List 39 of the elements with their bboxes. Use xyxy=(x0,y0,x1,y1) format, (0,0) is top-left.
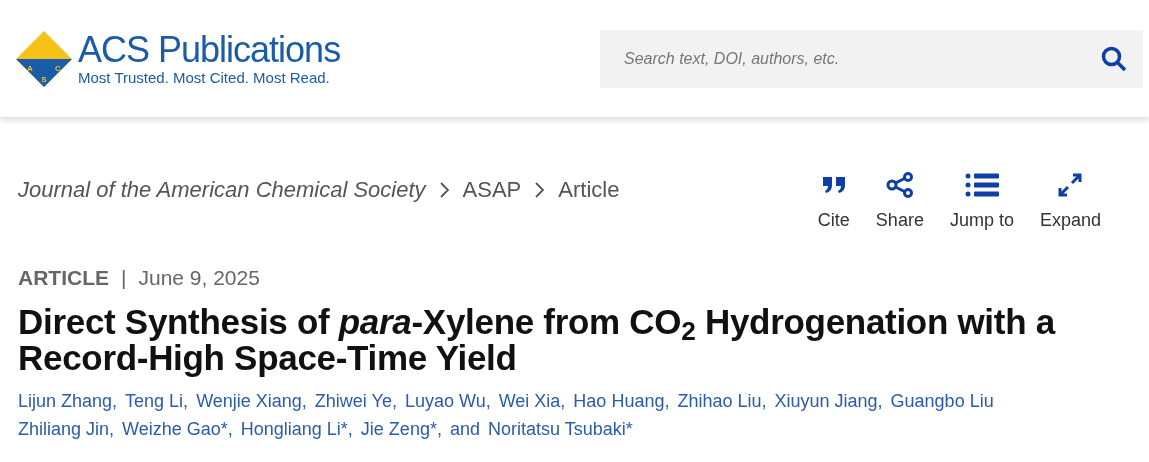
author-link[interactable]: Zhiliang Jin, xyxy=(18,415,115,442)
share-icon xyxy=(885,172,914,198)
separator: | xyxy=(121,265,127,291)
breadcrumb-link[interactable]: Journal of the American Chemical Society xyxy=(18,173,426,206)
author-link[interactable]: Noritatsu Tsubaki* xyxy=(487,415,633,442)
article-title: Direct Synthesis of para-Xylene from CO$_{2}$ Hydrogenation with a Record-High Space-Time Yield xyxy=(18,303,1057,376)
toolbar-button[interactable]: Share xyxy=(875,171,924,234)
author-link[interactable]: Zhiwei Ye, xyxy=(314,387,397,414)
expand-icon xyxy=(1057,172,1084,198)
quote-icon xyxy=(821,176,846,194)
breadcrumb-link[interactable]: Article xyxy=(558,173,620,206)
author-link[interactable]: Guangbo Liu xyxy=(890,387,994,414)
logo-title: ACS Publications xyxy=(78,32,341,68)
author-link[interactable]: Jie Zeng*, xyxy=(360,415,442,442)
toolbar-button[interactable]: Expand xyxy=(1039,171,1101,234)
search-icon[interactable] xyxy=(1101,45,1127,72)
chevron-icon xyxy=(439,181,449,198)
author-link[interactable]: Hongliang Li*, xyxy=(240,415,353,442)
author-link[interactable]: Zhihao Liu, xyxy=(677,387,767,414)
author-link[interactable]: Luyao Wu, xyxy=(404,387,491,414)
author-link[interactable]: Teng Li, xyxy=(125,387,189,414)
toolbar-button[interactable]: Jump to xyxy=(949,171,1014,234)
author-link[interactable]: Wei Xia, xyxy=(498,387,566,414)
article-type: ARTICLE xyxy=(18,265,109,291)
author-link[interactable]: Xiuyun Jiang, xyxy=(774,387,883,414)
author-link[interactable]: Weizhe Gao*, xyxy=(122,415,233,442)
author-link[interactable]: Wenjie Xiang, xyxy=(196,387,307,414)
logo-icon: A C S xyxy=(16,30,72,87)
search-field[interactable]: Search text, DOI, authors, etc. xyxy=(624,46,1101,71)
breadcrumb-link[interactable]: ASAP xyxy=(462,173,522,206)
author-conjunction: and xyxy=(449,417,480,441)
article-date: June 9, 2025 xyxy=(138,265,260,291)
logo-tagline: Most Trusted. Most Cited. Most Read. xyxy=(78,70,331,85)
toolbar-button[interactable]: Cite xyxy=(817,171,850,234)
author-link[interactable]: Lijun Zhang, xyxy=(18,387,118,414)
list-icon xyxy=(964,173,999,197)
search-bar[interactable]: Search text, DOI, authors, etc. xyxy=(600,29,1143,88)
chevron-icon xyxy=(535,181,545,198)
author-link[interactable]: Hao Huang, xyxy=(573,387,670,414)
